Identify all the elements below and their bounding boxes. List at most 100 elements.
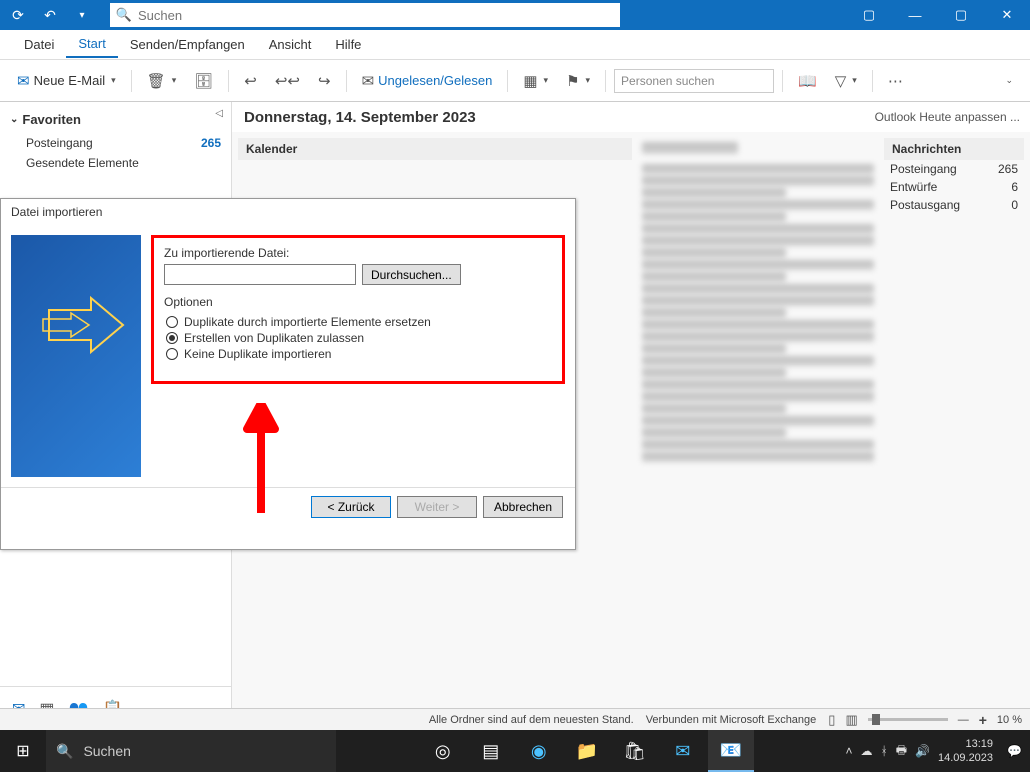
blurred-content: [642, 440, 874, 450]
delete-button[interactable]: 🗑▾: [140, 67, 184, 95]
qat-dropdown-icon[interactable]: ▾: [70, 3, 94, 27]
msg-label: Posteingang: [890, 162, 957, 176]
sidebar-collapse-icon[interactable]: ◁: [211, 106, 227, 121]
archive-icon: 🗄: [194, 72, 213, 90]
explorer-icon[interactable]: 📁: [564, 730, 610, 772]
task-view-icon[interactable]: ◎: [420, 730, 466, 772]
separator: [346, 70, 347, 92]
edge-icon[interactable]: ◉: [516, 730, 562, 772]
msg-row-postausgang[interactable]: Postausgang 0: [884, 196, 1024, 214]
filter-button[interactable]: ▽▾: [828, 67, 864, 95]
undo-icon[interactable]: ↶: [38, 3, 62, 27]
blurred-content: [642, 284, 874, 294]
zoom-value: 10 %: [997, 714, 1022, 726]
file-label: Zu importierende Datei:: [164, 246, 552, 260]
search-people-input[interactable]: Personen suchen: [614, 69, 774, 93]
chevron-down-icon: ▾: [852, 75, 857, 86]
archive-button[interactable]: 🗄: [187, 67, 220, 95]
ribbon-display-icon[interactable]: ▢: [846, 0, 892, 30]
new-mail-button[interactable]: ✉ Neue E-Mail ▾: [10, 67, 123, 95]
messages-column: Nachrichten Posteingang 265 Entwürfe 6 P…: [884, 138, 1024, 724]
book-icon: 📖: [798, 72, 817, 90]
start-button[interactable]: ⊞: [0, 741, 46, 761]
system-tray: ˄ ☁ ᚼ 🖶 🔊 13:19 14.09.2023 💬: [837, 737, 1030, 765]
msg-count: 6: [1011, 180, 1018, 194]
sidebar-item-posteingang[interactable]: Posteingang 265: [0, 133, 231, 153]
highlighted-region: Zu importierende Datei: Durchsuchen... O…: [151, 235, 565, 384]
clock-date: 14.09.2023: [938, 751, 993, 765]
back-button[interactable]: < Zurück: [311, 496, 391, 518]
separator: [872, 70, 873, 92]
menu-ansicht[interactable]: Ansicht: [257, 32, 324, 58]
flag-button[interactable]: ⚑▾: [559, 67, 597, 95]
blurred-content: [642, 452, 874, 462]
tray-printer-icon[interactable]: 🖶: [896, 741, 907, 762]
today-date: Donnerstag, 14. September 2023: [232, 109, 875, 126]
store-icon[interactable]: 🛍: [612, 730, 658, 772]
global-search[interactable]: 🔍: [110, 3, 620, 27]
file-path-input[interactable]: [164, 264, 356, 285]
msg-row-posteingang[interactable]: Posteingang 265: [884, 160, 1024, 178]
browse-button[interactable]: Durchsuchen...: [362, 264, 461, 285]
taskbar-app-icon[interactable]: ▤: [468, 730, 514, 772]
status-bar: Alle Ordner sind auf dem neuesten Stand.…: [0, 708, 1030, 730]
reply-button[interactable]: ↩: [237, 67, 264, 95]
blurred-content: [642, 200, 874, 210]
more-button[interactable]: ⋯: [881, 67, 910, 95]
next-button[interactable]: Weiter >: [397, 496, 477, 518]
mail-app-icon[interactable]: ✉: [660, 730, 706, 772]
separator: [228, 70, 229, 92]
tray-volume-icon[interactable]: 🔊: [915, 744, 930, 758]
radio-allow-duplicates[interactable]: Erstellen von Duplikaten zulassen: [166, 331, 552, 345]
global-search-input[interactable]: [138, 8, 620, 23]
radio-replace-duplicates[interactable]: Duplikate durch importierte Elemente ers…: [166, 315, 552, 329]
menu-senden[interactable]: Senden/Empfangen: [118, 32, 257, 58]
radio-icon: [166, 332, 178, 344]
unread-read-button[interactable]: ✉ Ungelesen/Gelesen: [355, 67, 500, 95]
mail-icon: ✉: [17, 72, 30, 90]
maximize-button[interactable]: ▢: [938, 0, 984, 30]
categories-icon: ▦: [523, 72, 537, 90]
minimize-button[interactable]: —: [892, 0, 938, 30]
msg-row-entwuerfe[interactable]: Entwürfe 6: [884, 178, 1024, 196]
menu-start[interactable]: Start: [66, 32, 117, 58]
import-file-dialog: Datei importieren Zu importierende Datei…: [0, 198, 576, 550]
outlook-icon[interactable]: 📧: [708, 730, 754, 772]
taskbar-clock[interactable]: 13:19 14.09.2023: [938, 737, 999, 765]
close-button[interactable]: ✕: [984, 0, 1030, 30]
status-connection-text: Verbunden mit Microsoft Exchange: [646, 714, 817, 726]
favorites-header[interactable]: ⌄ Favoriten: [0, 106, 231, 133]
forward-button[interactable]: ↪: [311, 67, 338, 95]
blurred-content: [642, 344, 786, 354]
blurred-content: [642, 320, 874, 330]
menu-hilfe[interactable]: Hilfe: [323, 32, 373, 58]
menu-datei[interactable]: Datei: [12, 32, 66, 58]
radio-icon: [166, 348, 178, 360]
messages-header: Nachrichten: [884, 138, 1024, 160]
tray-chevron-icon[interactable]: ˄: [845, 744, 852, 758]
blurred-content: [642, 296, 874, 306]
window-titlebar: ⟳ ↶ ▾ 🔍 ▢ — ▢ ✕: [0, 0, 1030, 30]
customize-today-link[interactable]: Outlook Heute anpassen ...: [875, 110, 1030, 124]
view-normal-icon[interactable]: ▯: [828, 712, 835, 728]
blurred-content: [642, 416, 874, 426]
tray-cloud-icon[interactable]: ☁: [861, 744, 873, 758]
favorites-label: Favoriten: [22, 112, 81, 127]
ribbon-expand-button[interactable]: ⌄: [996, 67, 1020, 95]
tray-bluetooth-icon[interactable]: ᚼ: [881, 744, 888, 758]
categorize-button[interactable]: ▦▾: [516, 67, 555, 95]
blurred-content: [642, 332, 874, 342]
view-reading-icon[interactable]: ▥: [845, 712, 857, 728]
reply-all-button[interactable]: ↩↩: [268, 67, 307, 95]
taskbar-search[interactable]: 🔍 Suchen: [46, 730, 336, 772]
radio-no-duplicates[interactable]: Keine Duplikate importieren: [166, 347, 552, 361]
msg-count: 265: [998, 162, 1018, 176]
addressbook-button[interactable]: 📖: [791, 67, 824, 95]
sidebar-item-sent[interactable]: Gesendete Elemente: [0, 153, 231, 173]
cancel-button[interactable]: Abbrechen: [483, 496, 563, 518]
flag-icon: ⚑: [566, 72, 579, 90]
notifications-icon[interactable]: 💬: [1007, 744, 1022, 758]
sync-icon[interactable]: ⟳: [6, 3, 30, 27]
zoom-slider[interactable]: [868, 718, 948, 721]
chevron-down-icon: ⌄: [1005, 75, 1013, 86]
